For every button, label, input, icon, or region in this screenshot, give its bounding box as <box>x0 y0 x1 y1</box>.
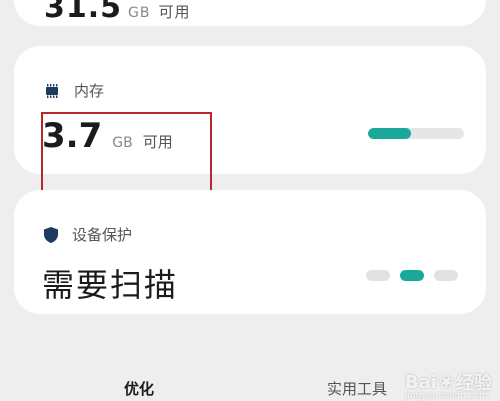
watermark-text: Bai <box>404 371 437 393</box>
storage-card[interactable]: 31.5 GB 可用 <box>14 0 486 26</box>
paw-icon: ❀ <box>438 371 454 393</box>
protection-title: 设备保护 <box>44 224 132 245</box>
watermark-sub: jingyan.baidu.com <box>404 391 488 401</box>
device-protection-card[interactable]: 设备保护 需要扫描 <box>14 190 486 314</box>
page-dot <box>366 270 390 281</box>
storage-number: 31.5 <box>44 0 123 25</box>
shield-icon <box>44 226 58 243</box>
protection-status: 需要扫描 <box>42 266 179 304</box>
memory-title: 内存 <box>44 80 104 101</box>
page-dot <box>400 270 424 281</box>
storage-value: 31.5 GB 可用 <box>44 0 191 25</box>
memory-usage-bar <box>368 128 464 139</box>
tab-utilities[interactable]: 实用工具 <box>327 378 387 399</box>
page-indicator <box>366 270 458 281</box>
tab-optimize[interactable]: 优化 <box>124 378 154 399</box>
storage-status: 可用 <box>158 3 191 21</box>
protection-title-label: 设备保护 <box>72 226 133 244</box>
watermark-logo: Bai ❀ 经验 jingyan.baidu.com <box>404 369 492 401</box>
memory-usage-fill <box>368 128 412 139</box>
page-dot <box>434 270 458 281</box>
memory-title-label: 内存 <box>74 82 105 100</box>
memory-card[interactable]: 内存 3.7 GB 可用 <box>14 46 486 209</box>
storage-unit: GB <box>128 5 151 21</box>
chip-icon <box>44 83 60 98</box>
